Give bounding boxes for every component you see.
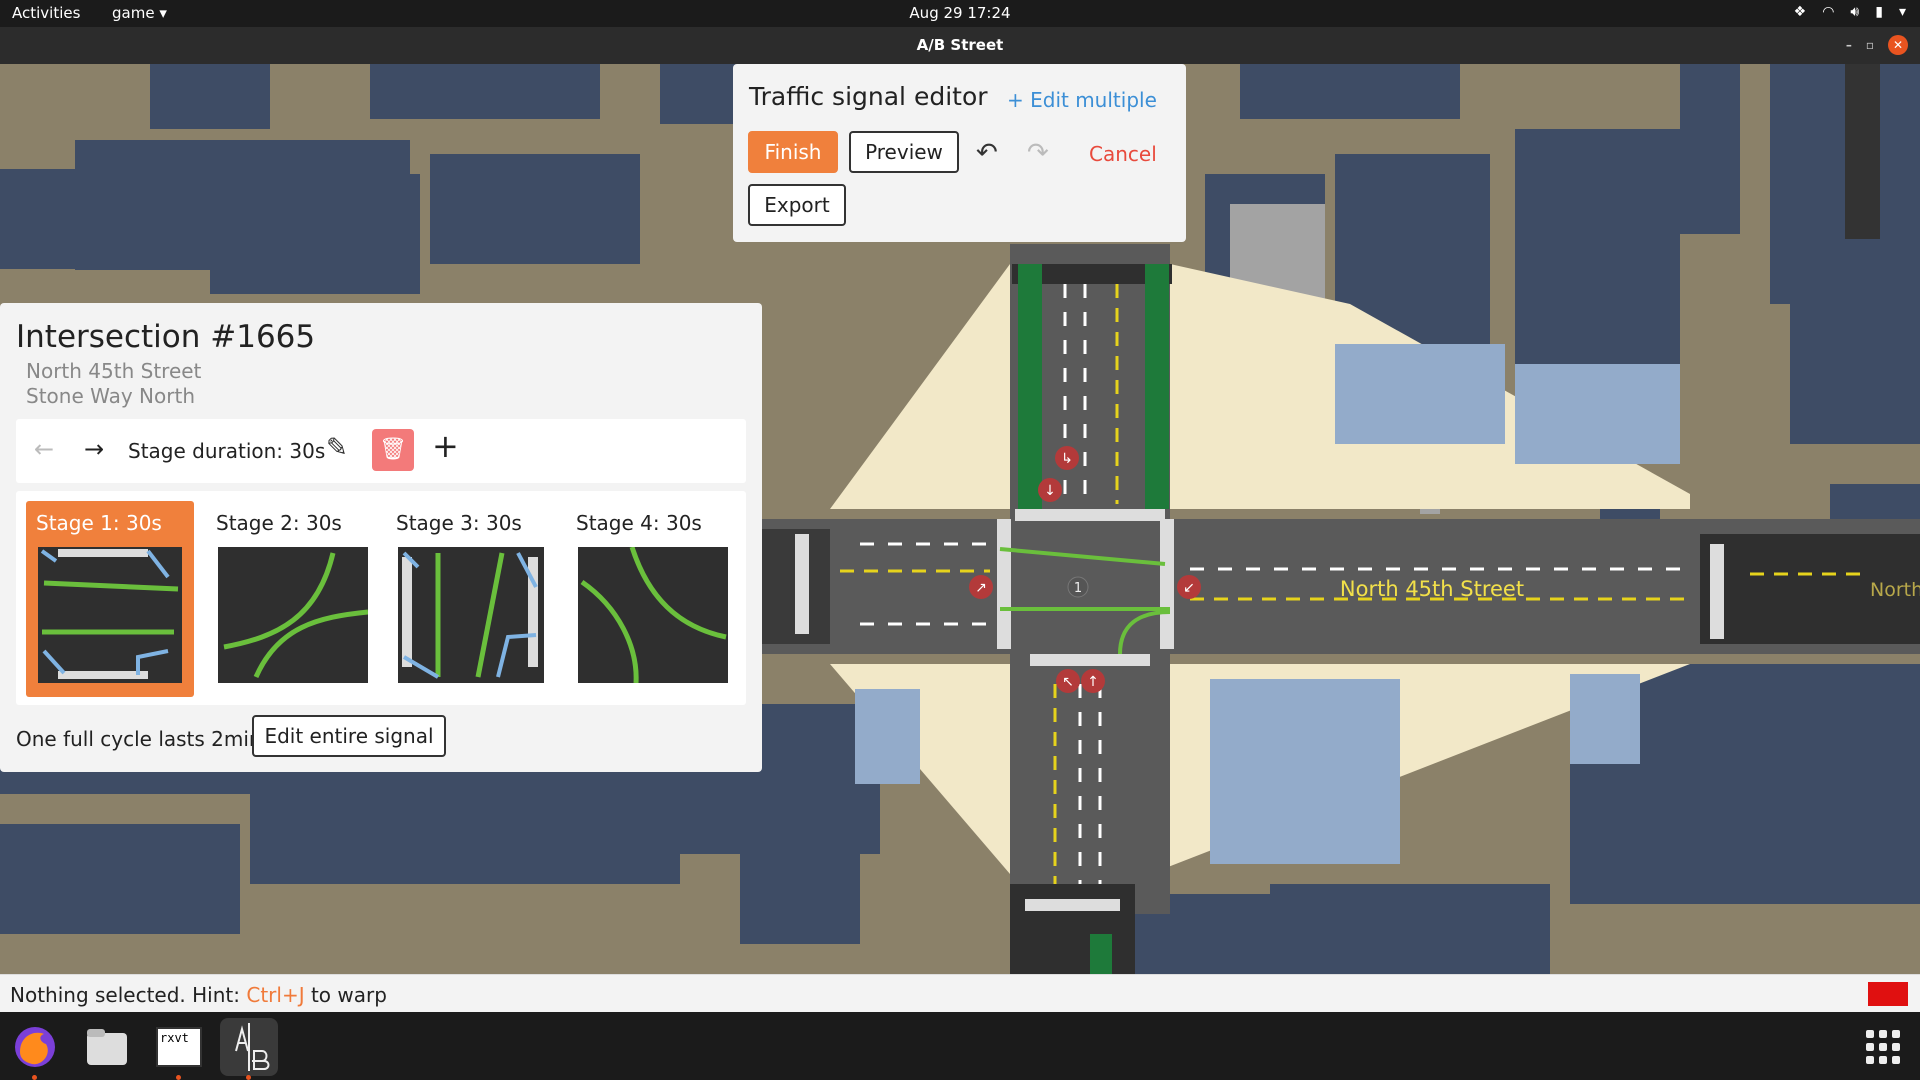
firefox-icon [15, 1027, 55, 1067]
files-icon [87, 1029, 127, 1065]
show-apps-icon[interactable] [1866, 1030, 1900, 1064]
status-suffix: to warp [304, 983, 387, 1007]
delete-stage-button[interactable]: 🗑︎ [372, 429, 414, 471]
svg-text:↓: ↓ [1044, 483, 1056, 499]
next-stage-icon[interactable]: → [84, 435, 104, 463]
files-launcher[interactable] [78, 1018, 136, 1076]
taskbar-dock: rxvt [0, 1012, 1920, 1080]
stage-card-3[interactable]: Stage 3: 30s [386, 501, 554, 697]
window-title: A/B Street [916, 36, 1004, 54]
status-prefix: Nothing selected. Hint: [10, 983, 247, 1007]
terminal-icon-label: rxvt [160, 1031, 189, 1045]
undo-icon[interactable]: ↶ [976, 138, 998, 168]
finish-button[interactable]: Finish [748, 131, 838, 173]
street-label: North 45th Street [1340, 577, 1524, 601]
stage-label: Stage 1: 30s [36, 511, 162, 535]
abstreet-launcher[interactable] [220, 1018, 278, 1080]
abstreet-icon [235, 1023, 270, 1071]
svg-text:↖: ↖ [1062, 674, 1074, 690]
stage-label: Stage 3: 30s [396, 511, 522, 535]
stage-4-diagram [578, 547, 728, 683]
app-menu[interactable]: game ▾ [112, 4, 167, 22]
status-hint: Nothing selected. Hint: Ctrl+J to warp [10, 983, 387, 1007]
edit-multiple-link[interactable]: + Edit multiple [1007, 88, 1157, 112]
maximize-icon[interactable]: ▫ [1866, 38, 1874, 52]
minimize-icon[interactable]: – [1846, 38, 1852, 52]
clock[interactable]: Aug 29 17:24 [0, 4, 1920, 22]
street-label-right: North [1870, 579, 1920, 601]
svg-text:↑: ↑ [1087, 674, 1099, 690]
system-tray[interactable]: ❖ ◠ 🔊︎ ▮ ▾ [1794, 4, 1906, 20]
svg-text:↙: ↙ [1183, 580, 1195, 596]
intersection-panel: Intersection #1665 North 45th Street Sto… [0, 303, 762, 772]
edit-entire-signal-button[interactable]: Edit entire signal [252, 715, 446, 757]
stage-2-diagram [218, 547, 368, 683]
road-name-2: Stone Way North [26, 384, 195, 408]
svg-text:↗: ↗ [975, 580, 987, 596]
stage-card-2[interactable]: Stage 2: 30s [206, 501, 374, 697]
edit-pencil-icon[interactable]: ✎ [326, 433, 348, 463]
running-indicator [32, 1075, 37, 1080]
firefox-launcher[interactable] [6, 1018, 64, 1080]
intersection-badge: 1 [1074, 581, 1082, 596]
preview-button[interactable]: Preview [849, 131, 959, 173]
trash-icon: 🗑︎ [379, 437, 407, 462]
previous-stage-icon[interactable]: ← [34, 435, 54, 463]
stage-card-4[interactable]: Stage 4: 30s [566, 501, 734, 697]
traffic-signal-editor-panel: Traffic signal editor + Edit multiple Fi… [733, 64, 1186, 242]
svg-text:↳: ↳ [1061, 451, 1073, 467]
stage-1-diagram [38, 547, 182, 683]
stage-list: Stage 1: 30s Stage 2: 30s Stage 3: 30s S… [16, 491, 746, 705]
cycle-length-text: One full cycle lasts 2min [16, 727, 262, 751]
stage-card-1[interactable]: Stage 1: 30s [26, 501, 194, 697]
window-titlebar: A/B Street – ▫ ✕ [0, 27, 1920, 64]
battery-icon[interactable]: ▮ [1875, 4, 1883, 20]
stage-label: Stage 4: 30s [576, 511, 702, 535]
stage-duration-label: Stage duration: 30s [128, 439, 326, 463]
status-indicator [1868, 982, 1908, 1006]
add-stage-icon[interactable]: + [432, 427, 459, 465]
panel-title: Traffic signal editor [749, 82, 988, 111]
volume-icon[interactable]: 🔊︎ [1850, 4, 1859, 20]
window-controls: – ▫ ✕ [1846, 35, 1908, 55]
running-indicator [246, 1075, 251, 1080]
road-name-1: North 45th Street [26, 359, 202, 383]
redo-icon[interactable]: ↷ [1027, 138, 1049, 168]
activities-button[interactable]: Activities [12, 4, 80, 22]
status-bar: Nothing selected. Hint: Ctrl+J to warp [0, 974, 1920, 1013]
terminal-launcher[interactable]: rxvt [150, 1018, 208, 1080]
stage-duration-row: ← → Stage duration: 30s ✎ 🗑︎ + [16, 419, 746, 483]
dropbox-icon[interactable]: ❖ [1794, 4, 1807, 20]
running-indicator [176, 1075, 181, 1080]
stage-label: Stage 2: 30s [216, 511, 342, 535]
status-hotkey: Ctrl+J [246, 983, 305, 1007]
app-menu-label: game [112, 4, 155, 22]
stage-3-diagram [398, 547, 544, 683]
close-icon[interactable]: ✕ [1888, 35, 1908, 55]
terminal-icon: rxvt [156, 1027, 202, 1067]
system-top-bar: Activities game ▾ Aug 29 17:24 ❖ ◠ 🔊︎ ▮ … [0, 0, 1920, 27]
intersection-title: Intersection #1665 [16, 319, 316, 355]
export-button[interactable]: Export [748, 184, 846, 226]
wifi-icon[interactable]: ◠ [1822, 4, 1834, 20]
power-menu-icon[interactable]: ▾ [1899, 4, 1906, 20]
cancel-button[interactable]: Cancel [1089, 142, 1157, 166]
